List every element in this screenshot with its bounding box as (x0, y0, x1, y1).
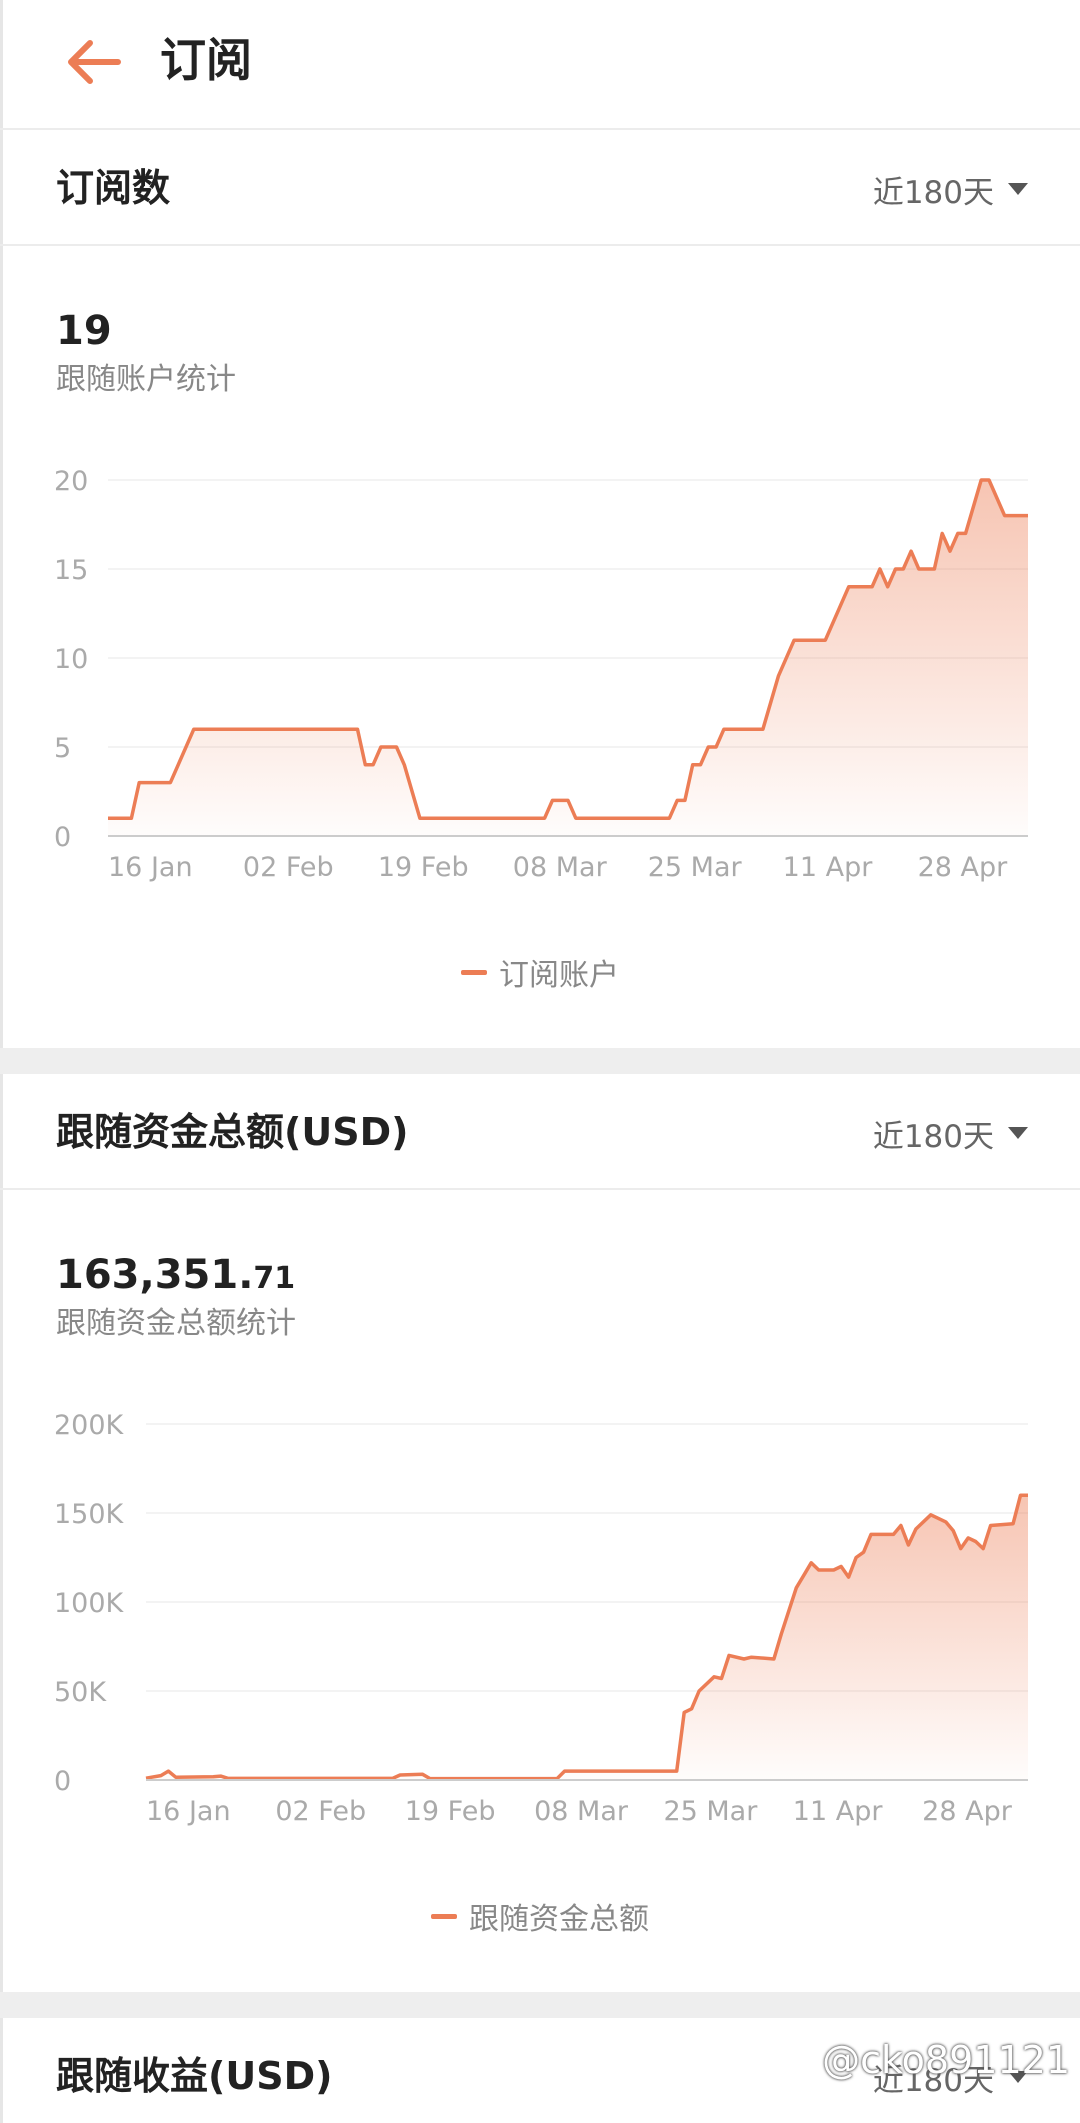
follow-funds-chart: 0 50K 100K 150K 200K 16 Jan 02 Feb 19 Feb 08 Mar… (0, 1384, 1080, 1844)
x-tick-label: 25 Mar (663, 1796, 758, 1827)
x-tick-label: 02 Feb (275, 1796, 366, 1827)
x-tick-label: 11 Apr (783, 852, 874, 883)
caret-down-icon (1008, 183, 1028, 195)
x-tick-label: 28 Apr (922, 1796, 1013, 1827)
y-tick-label: 5 (54, 733, 71, 764)
stat-value-fraction: 71 (253, 1261, 296, 1296)
chart-legend[interactable]: 订阅账户 (0, 950, 1080, 994)
stat-value: 19 (56, 304, 112, 362)
section-divider (0, 1048, 1080, 1074)
y-tick-label: 15 (54, 555, 88, 586)
stat-value: 163,351.71 (56, 1248, 295, 1306)
section-title: 订阅数 (56, 166, 171, 210)
legend-label: 订阅账户 (499, 958, 619, 993)
subscriptions-section-header: 订阅数 近180天 (0, 130, 1080, 246)
subscriptions-chart: 0 5 10 15 20 16 Jan 02 Feb 19 Feb 08 Mar 25 Mar 11… (0, 440, 1080, 900)
y-tick-label: 0 (54, 822, 71, 853)
arrow-left-icon (68, 40, 121, 84)
series-area (146, 1495, 1028, 1780)
range-dropdown[interactable]: 近180天 (873, 1108, 1028, 1158)
x-tick-label: 25 Mar (648, 852, 743, 883)
x-tick-label: 16 Jan (108, 852, 193, 883)
chart-svg: 0 50K 100K 150K 200K 16 Jan 02 Feb 19 Feb 08 Mar… (54, 1410, 1028, 1827)
stat-subtitle: 跟随账户统计 (56, 362, 236, 397)
chart-legend[interactable]: 跟随资金总额 (0, 1894, 1080, 1938)
y-tick-label: 150K (54, 1499, 125, 1530)
range-label: 近180天 (872, 1118, 994, 1155)
section-title: 跟随资金总额(USD) (56, 1110, 409, 1154)
legend-label: 跟随资金总额 (469, 1902, 649, 1937)
back-button[interactable] (58, 30, 130, 94)
y-tick-label: 10 (54, 644, 88, 675)
section-title: 跟随收益(USD) (56, 2054, 333, 2098)
follow-funds-section-header: 跟随资金总额(USD) 近180天 (0, 1074, 1080, 1190)
x-tick-label: 28 Apr (918, 852, 1009, 883)
caret-down-icon (1008, 1127, 1028, 1139)
range-label: 近180天 (872, 174, 994, 211)
x-tick-label: 19 Feb (405, 1796, 496, 1827)
x-tick-label: 08 Mar (534, 1796, 629, 1827)
section-divider (0, 1992, 1080, 2018)
chart-svg: 0 5 10 15 20 16 Jan 02 Feb 19 Feb 08 Mar 25 Mar 11… (54, 466, 1028, 883)
legend-swatch (431, 1913, 457, 1919)
watermark: @cko891121 (822, 2038, 1070, 2082)
range-dropdown[interactable]: 近180天 (873, 164, 1028, 214)
y-tick-label: 50K (54, 1677, 107, 1708)
x-tick-label: 08 Mar (513, 852, 608, 883)
y-tick-label: 100K (54, 1588, 125, 1619)
top-bar: 订阅 (0, 0, 1080, 130)
x-tick-label: 02 Feb (243, 852, 334, 883)
x-tick-label: 16 Jan (146, 1796, 231, 1827)
legend-swatch (461, 969, 487, 975)
page-title: 订阅 (160, 33, 252, 87)
stat-value-main: 163,351. (56, 1252, 254, 1298)
x-tick-label: 19 Feb (378, 852, 469, 883)
y-tick-label: 200K (54, 1410, 125, 1441)
x-tick-label: 11 Apr (793, 1796, 884, 1827)
y-tick-label: 0 (54, 1766, 71, 1797)
stat-subtitle: 跟随资金总额统计 (56, 1306, 296, 1341)
y-tick-label: 20 (54, 466, 88, 497)
stat-value-main: 19 (56, 308, 112, 354)
